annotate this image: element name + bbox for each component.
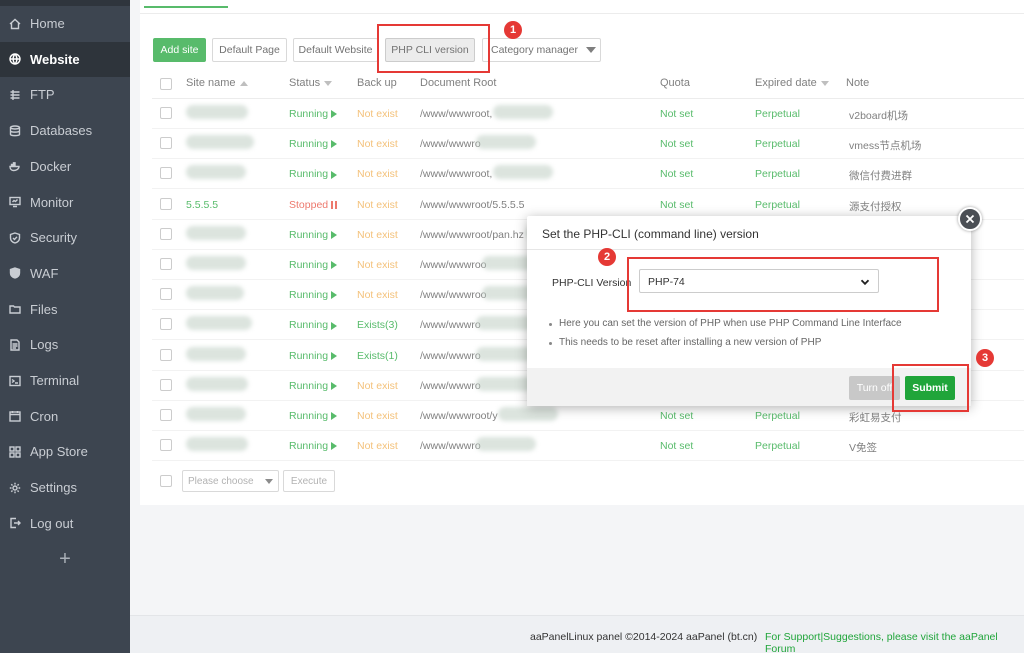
sidebar-item-label: Cron <box>30 408 59 424</box>
page-footer: aaPanelLinux panel ©2014-2024 aaPanel (b… <box>130 615 1024 653</box>
sidebar-item-label: Monitor <box>30 194 74 210</box>
sidebar-item-docker[interactable]: Docker <box>0 149 130 184</box>
sidebar-item-label: Website <box>30 51 80 67</box>
sidebar-item-databases[interactable]: Databases <box>0 113 130 148</box>
sidebar-item-security[interactable]: Security <box>0 220 130 255</box>
sidebar-item-label: Log out <box>30 515 74 531</box>
footer-support-link[interactable]: For Support|Suggestions, please visit th… <box>765 631 1024 653</box>
cron-icon <box>8 409 22 423</box>
sidebar-item-label: Logs <box>30 337 59 353</box>
logs-icon <box>8 338 22 352</box>
dialog-title: Set the PHP-CLI (command line) version <box>527 216 971 250</box>
sidebar-item-label: Security <box>30 230 77 246</box>
dialog-close-button[interactable] <box>958 207 982 231</box>
app-store-icon <box>8 445 22 459</box>
docker-icon <box>8 159 22 173</box>
sidebar-item-label: FTP <box>30 87 55 103</box>
sidebar-item-cron[interactable]: Cron <box>0 399 130 434</box>
home-icon <box>8 17 22 31</box>
sidebar-item-terminal[interactable]: Terminal <box>0 363 130 398</box>
add-nav-button[interactable]: + <box>0 544 130 574</box>
sidebar-item-ftp[interactable]: FTP <box>0 77 130 112</box>
annotation-box-2 <box>627 257 939 312</box>
sidebar-item-home[interactable]: Home <box>0 6 130 41</box>
gear-icon <box>8 481 22 495</box>
logout-icon <box>8 516 22 530</box>
annotation-badge-2: 2 <box>598 248 616 266</box>
sidebar-item-label: Terminal <box>30 373 80 388</box>
terminal-icon <box>8 374 22 388</box>
database-icon <box>8 124 22 138</box>
sidebar-item-logs[interactable]: Logs <box>0 327 130 362</box>
globe-icon <box>8 52 22 66</box>
sidebar-item-label: Files <box>30 301 58 317</box>
sidebar-item-label: Docker <box>30 158 72 174</box>
sidebar-item-app-store[interactable]: App Store <box>0 434 130 469</box>
sidebar-item-files[interactable]: Files <box>0 292 130 327</box>
sidebar-item-label: Databases <box>30 123 93 139</box>
sidebar-item-waf[interactable]: WAF <box>0 256 130 291</box>
folder-icon <box>8 302 22 316</box>
sidebar-item-label: Home <box>30 16 65 31</box>
waf-shield-icon <box>8 266 22 280</box>
dialog-tip: This needs to be reset after installing … <box>548 337 822 348</box>
close-icon <box>965 214 975 224</box>
sidebar-item-label: WAF <box>30 265 59 281</box>
annotation-box-1 <box>377 24 490 73</box>
sidebar-item-settings[interactable]: Settings <box>0 470 130 505</box>
sidebar-item-label: Settings <box>30 480 77 496</box>
monitor-icon <box>8 195 22 209</box>
annotation-box-3 <box>892 364 969 412</box>
footer-copyright: aaPanelLinux panel ©2014-2024 aaPanel (b… <box>530 631 758 643</box>
sidebar: Home Website FTP Databases Docker Monitor Secu… <box>0 0 130 653</box>
dialog-tip: Here you can set the version of PHP when… <box>549 318 902 329</box>
shield-icon <box>8 231 22 245</box>
php-cli-version-label: PHP-CLI Version <box>552 277 632 289</box>
annotation-badge-3: 3 <box>976 349 994 367</box>
sidebar-item-website[interactable]: Website <box>0 41 130 77</box>
annotation-badge-1: 1 <box>504 21 522 39</box>
sidebar-item-log-out[interactable]: Log out <box>0 506 130 541</box>
sidebar-item-label: App Store <box>30 444 88 460</box>
sidebar-item-monitor[interactable]: Monitor <box>0 185 130 220</box>
ftp-icon <box>8 88 22 102</box>
